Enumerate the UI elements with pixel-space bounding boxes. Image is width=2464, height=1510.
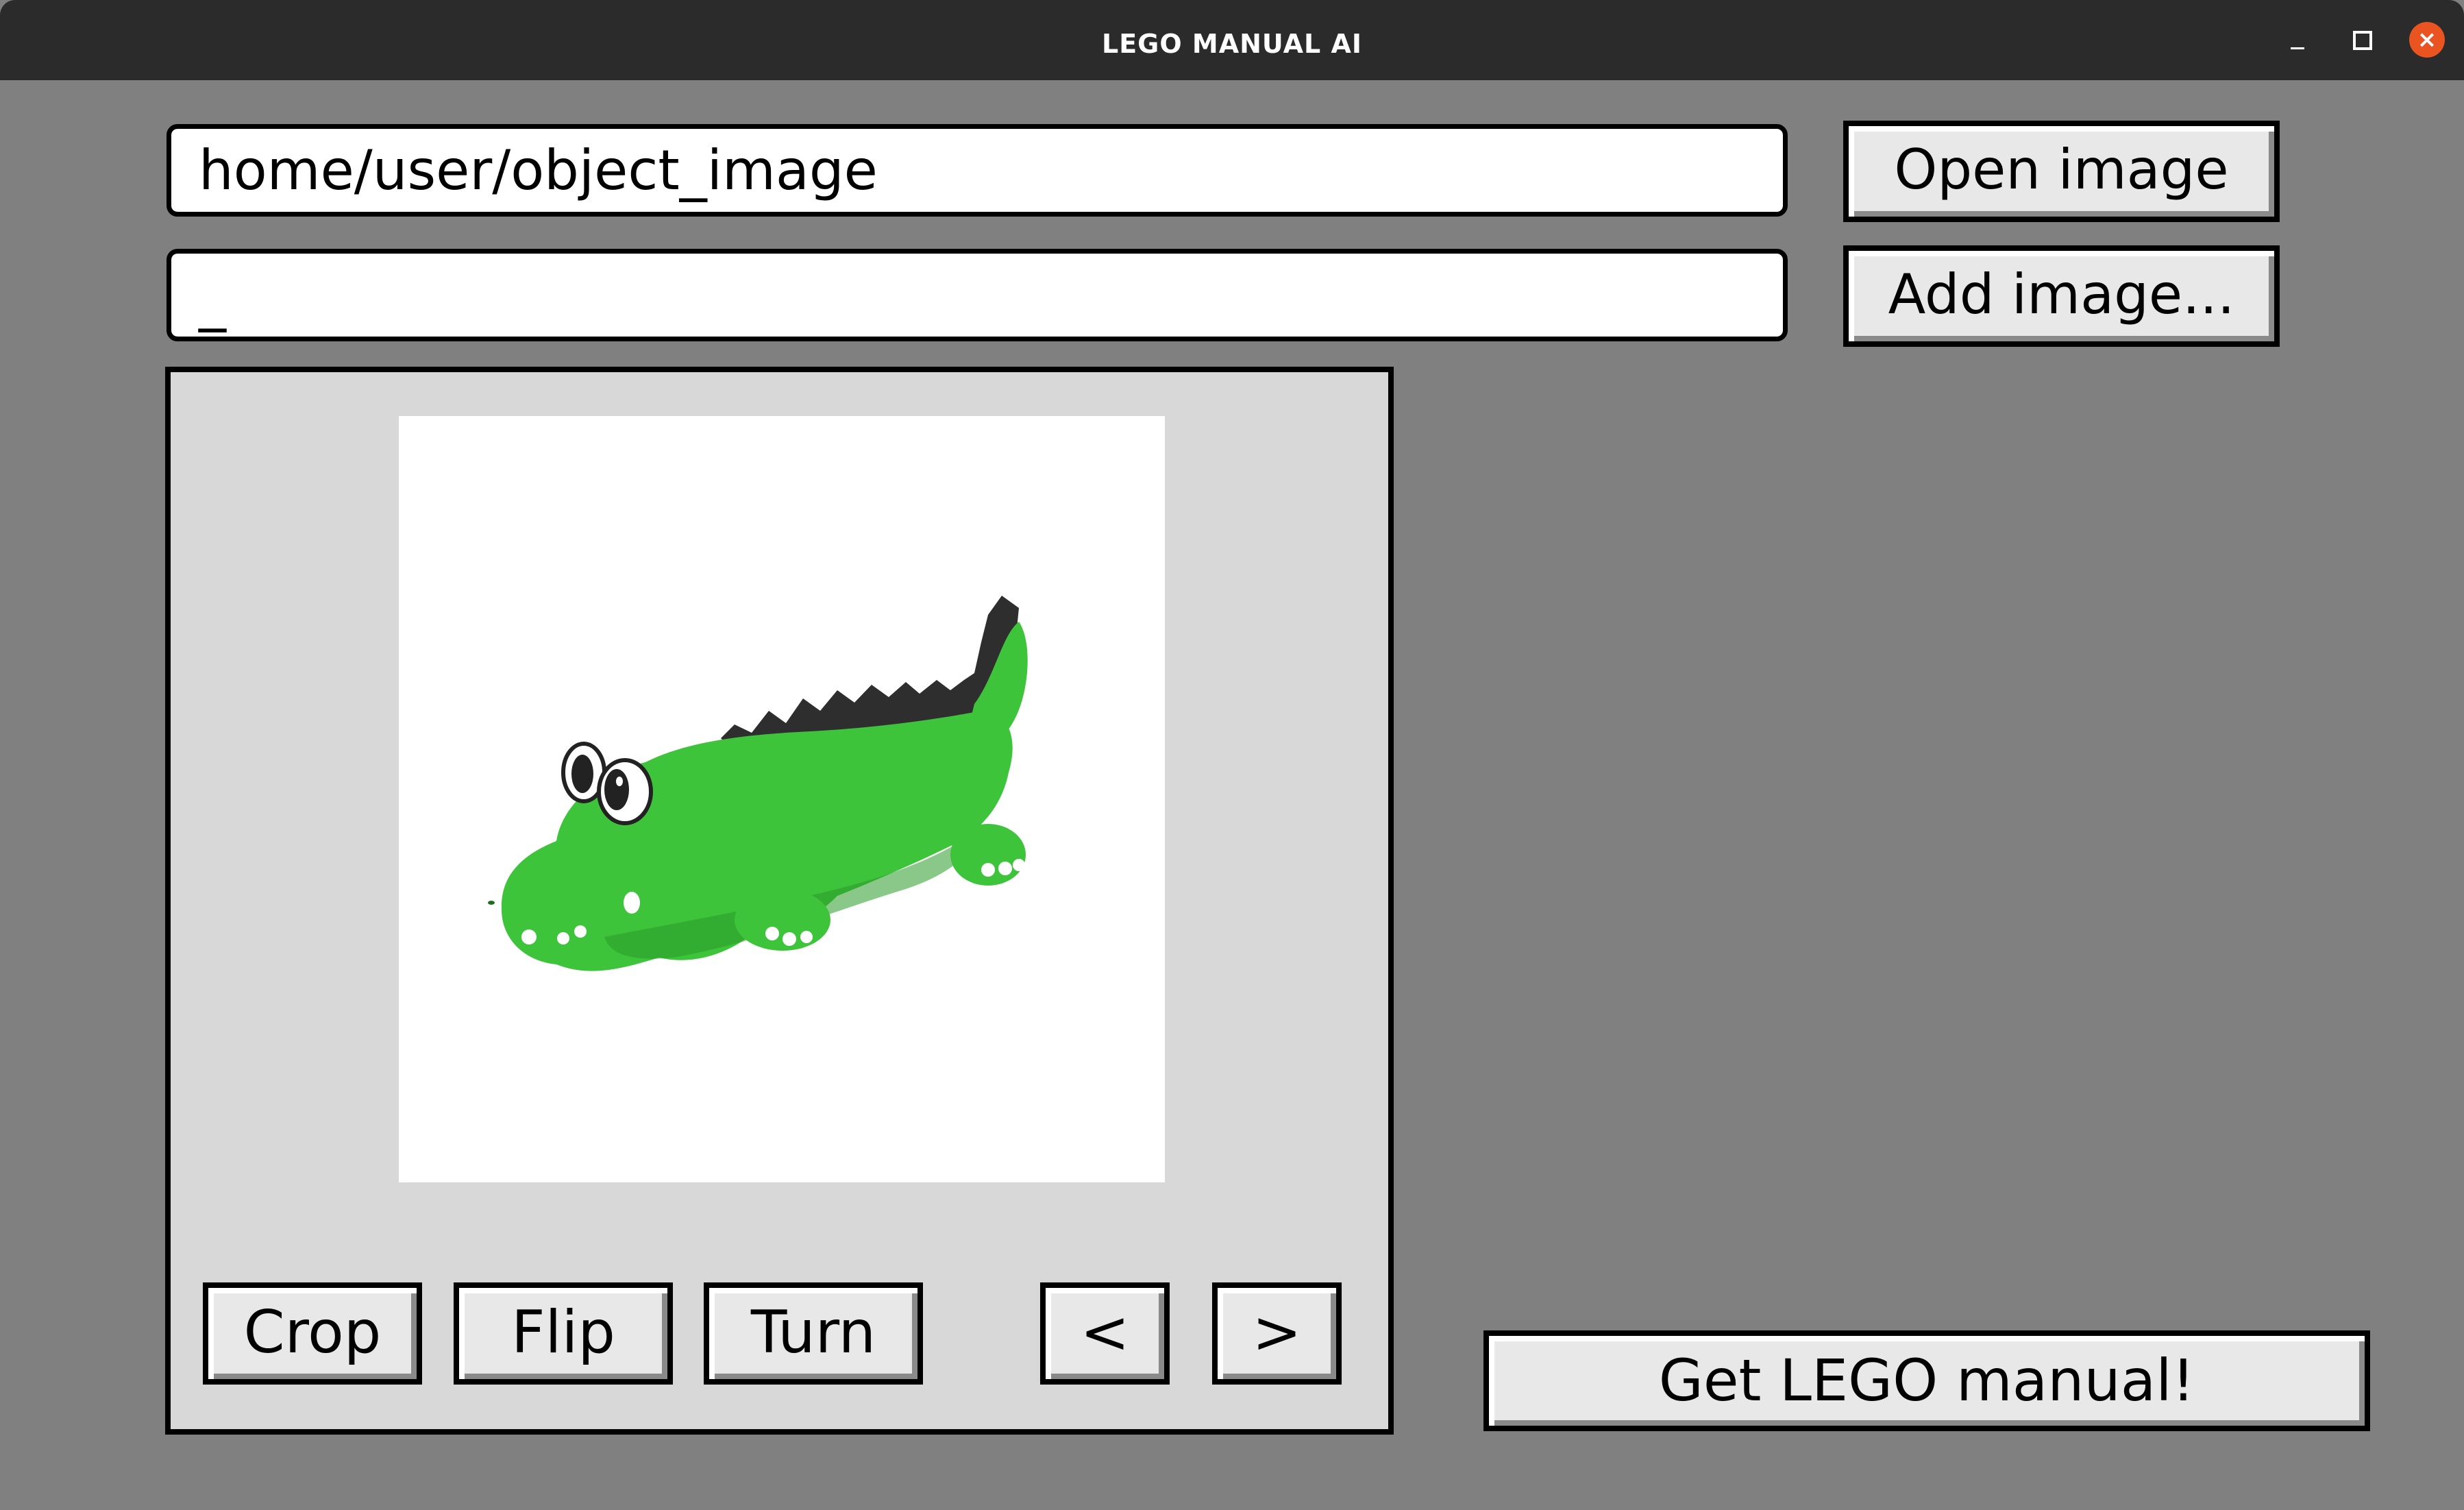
flip-label: Flip: [511, 1298, 615, 1367]
crocodile-toy-image: [488, 596, 1028, 971]
turn-button[interactable]: Turn: [704, 1282, 923, 1385]
flip-button[interactable]: Flip: [454, 1282, 673, 1385]
image-path-value: home/user/object_image: [199, 138, 878, 202]
window-title: LEGO MANUAL AI: [1101, 29, 1362, 59]
add-image-button[interactable]: Add image...: [1843, 245, 2280, 347]
crop-button[interactable]: Crop: [203, 1282, 422, 1385]
get-lego-manual-button[interactable]: Get LEGO manual!: [1483, 1330, 2370, 1431]
close-button[interactable]: ×: [2409, 22, 2445, 58]
window-titlebar: LEGO MANUAL AI ×: [0, 0, 2464, 80]
minimize-icon: [2291, 47, 2304, 49]
open-image-label: Open image: [1894, 138, 2229, 202]
previous-image-button[interactable]: <: [1040, 1282, 1170, 1385]
maximize-button[interactable]: [2345, 22, 2380, 58]
next-label: >: [1252, 1298, 1302, 1367]
turn-label: Turn: [750, 1298, 876, 1367]
image-preview: [399, 416, 1165, 1182]
get-lego-manual-label: Get LEGO manual!: [1658, 1347, 2195, 1414]
next-image-button[interactable]: >: [1212, 1282, 1342, 1385]
crop-label: Crop: [243, 1298, 382, 1367]
crocodile-front-leg: [735, 889, 830, 951]
previous-label: <: [1080, 1298, 1130, 1367]
add-image-label: Add image...: [1888, 263, 2235, 326]
close-icon: ×: [2417, 26, 2437, 53]
open-image-button[interactable]: Open image: [1843, 121, 2280, 222]
minimize-button[interactable]: [2280, 22, 2315, 58]
secondary-input[interactable]: _: [167, 249, 1788, 341]
image-path-input[interactable]: home/user/object_image: [167, 124, 1788, 217]
maximize-icon: [2353, 31, 2372, 50]
secondary-input-value: _: [199, 269, 226, 332]
